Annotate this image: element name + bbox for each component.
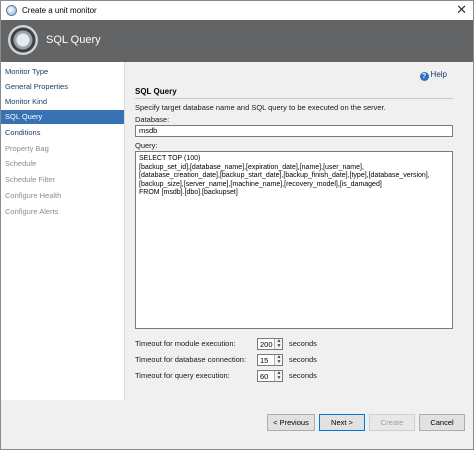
create-button: Create [369,414,415,431]
query-timeout-stepper[interactable]: 60 ▲ ▼ [257,370,283,382]
wizard-logo-icon [8,25,38,55]
database-label: Database: [135,115,170,124]
wizard-header: SQL Query [1,20,473,62]
query-line: [backup_set_id],[database_name],[expirat… [139,163,364,171]
connection-timeout-stepper[interactable]: 15 ▲ ▼ [257,354,283,366]
query-line: [backup_size],[server_name],[machine_nam… [139,180,382,188]
connection-timeout-value: 15 [260,356,269,365]
query-timeout-unit: seconds [289,371,317,380]
sidebar-item-conditions[interactable]: Conditions [1,126,124,140]
page-title: SQL Query [46,34,101,46]
sidebar-item-monitor-type[interactable]: Monitor Type [1,65,124,79]
main-panel: ? Help SQL Query Specify target database … [125,62,473,400]
chevron-down-icon[interactable]: ▼ [276,344,282,349]
connection-timeout-unit: seconds [289,355,317,364]
section-divider [135,98,453,99]
wizard-footer: < Previous Next > Create Cancel [1,400,473,449]
sidebar-item-schedule-filter: Schedule Filter [5,175,56,184]
help-link[interactable]: ? Help [419,70,447,81]
chevron-down-icon[interactable]: ▼ [276,376,282,381]
title-bar: Create a unit monitor ✕ [1,1,473,20]
query-line: FROM [msdb].[dbo].[backupset] [139,189,238,197]
previous-button[interactable]: < Previous [267,414,315,431]
sidebar-item-configure-alerts: Configure Alerts [5,207,59,216]
window-title: Create a unit monitor [22,6,97,15]
module-timeout-unit: seconds [289,339,317,348]
connection-timeout-row: Timeout for database connection: 15 ▲ ▼ … [135,354,435,366]
module-timeout-label: Timeout for module execution: [135,339,236,348]
create-unit-monitor-window: Create a unit monitor ✕ SQL Query Monito… [0,0,474,450]
wizard-sidebar: Monitor Type General Properties Monitor … [1,62,125,400]
next-button[interactable]: Next > [319,414,365,431]
stepper-arrows[interactable]: ▲ ▼ [274,371,282,381]
query-timeout-label: Timeout for query execution: [135,371,230,380]
query-line: [database_creation_date],[backup_start_d… [139,172,430,180]
sidebar-item-sql-query[interactable]: SQL Query [1,110,124,124]
query-timeout-value: 60 [260,372,269,381]
sidebar-item-schedule: Schedule [5,159,37,168]
cancel-button[interactable]: Cancel [419,414,465,431]
stepper-arrows[interactable]: ▲ ▼ [274,339,282,349]
help-label: Help [430,70,447,79]
chevron-down-icon[interactable]: ▼ [276,360,282,365]
database-input[interactable]: msdb [135,125,453,137]
section-description: Specify target database name and SQL que… [135,103,386,112]
close-icon[interactable]: ✕ [456,3,467,17]
connection-timeout-label: Timeout for database connection: [135,355,247,364]
query-timeout-row: Timeout for query execution: 60 ▲ ▼ seco… [135,370,435,382]
sidebar-item-monitor-kind[interactable]: Monitor Kind [1,95,124,109]
stepper-arrows[interactable]: ▲ ▼ [274,355,282,365]
query-label: Query: [135,141,158,150]
sidebar-item-property-bag: Property Bag [5,144,49,153]
help-icon: ? [419,72,429,81]
app-icon [6,5,17,16]
query-textarea[interactable]: SELECT TOP (100) [backup_set_id],[databa… [135,151,453,329]
module-timeout-stepper[interactable]: 200 ▲ ▼ [257,338,283,350]
module-timeout-value: 200 [260,340,273,349]
query-line: SELECT TOP (100) [139,155,201,162]
sidebar-item-configure-health: Configure Health [5,191,62,200]
sidebar-item-general-properties[interactable]: General Properties [1,80,124,94]
module-timeout-row: Timeout for module execution: 200 ▲ ▼ se… [135,338,435,350]
section-title: SQL Query [135,87,177,96]
